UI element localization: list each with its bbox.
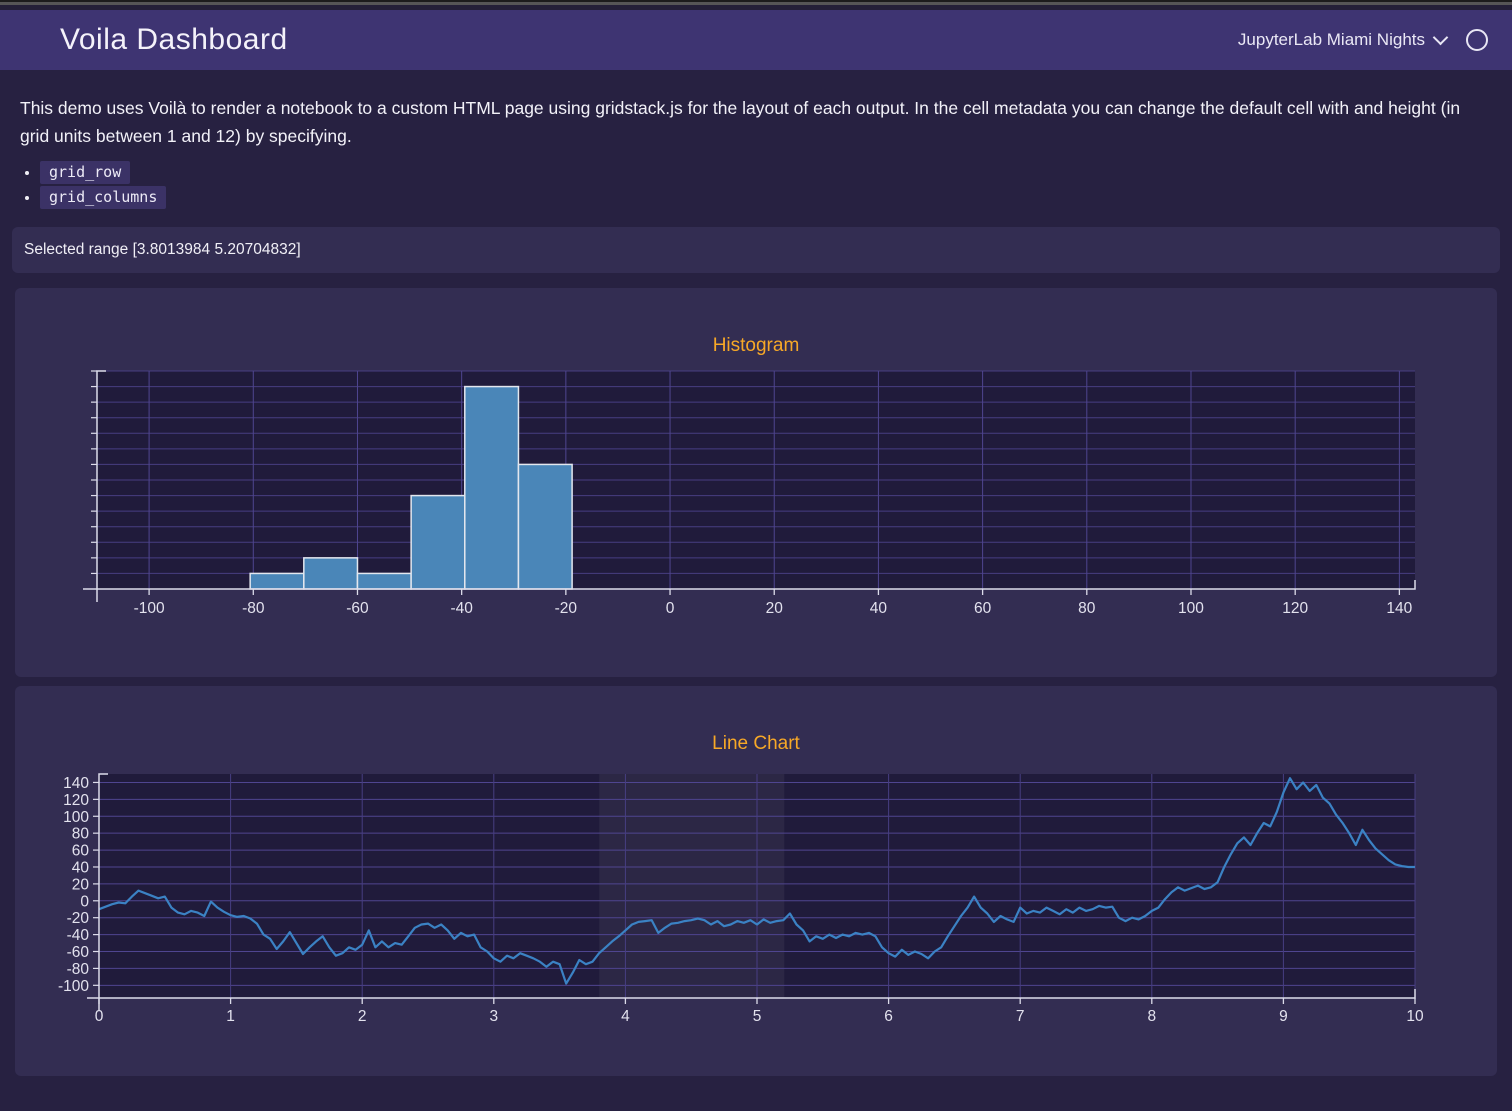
x-tick-label: 6 — [884, 1008, 893, 1025]
x-tick-label: -20 — [555, 600, 578, 617]
x-tick-label: -60 — [346, 600, 369, 617]
dashboard-body: This demo uses Voilà to render a noteboo… — [0, 70, 1512, 1076]
grid-row-code: grid_row — [40, 161, 130, 184]
kernel-status-icon[interactable] — [1466, 29, 1488, 51]
chevron-down-icon — [1433, 30, 1449, 46]
theme-selector[interactable]: JupyterLab Miami Nights — [1238, 30, 1446, 50]
metadata-options-list: grid_row grid_columns — [0, 163, 1512, 206]
histogram-bar — [518, 464, 572, 589]
x-tick-label: 3 — [489, 1008, 498, 1025]
x-tick-label: -40 — [450, 600, 473, 617]
x-tick-label: 20 — [766, 600, 784, 617]
x-tick-label: -80 — [242, 600, 265, 617]
x-tick-label: 80 — [1078, 600, 1096, 617]
histogram-bar — [304, 558, 358, 589]
x-tick-label: 9 — [1279, 1008, 1288, 1025]
line-chart[interactable]: 140120100806040200-20-40-60-80-100012345… — [15, 757, 1497, 1076]
y-tick-label: 140 — [63, 775, 89, 792]
y-tick-label: -100 — [58, 978, 89, 995]
grid-columns-code: grid_columns — [40, 186, 166, 209]
x-tick-label: 8 — [1147, 1008, 1156, 1025]
theme-selector-label: JupyterLab Miami Nights — [1238, 30, 1425, 50]
app-header: Voila Dashboard JupyterLab Miami Nights — [0, 10, 1512, 70]
x-tick-label: 100 — [1178, 600, 1204, 617]
header-right: JupyterLab Miami Nights — [1238, 29, 1488, 51]
y-tick-label: -20 — [67, 910, 90, 927]
x-tick-label: 60 — [974, 600, 992, 617]
histogram-chart[interactable]: -100 -80 -60 -40 -20 0 20 40 60 80 100 120 140 — [15, 359, 1497, 677]
histogram-bar — [465, 387, 519, 589]
y-tick-label: 40 — [72, 859, 90, 876]
line-chart-panel: Line Chart 140120100806040200-20-40-60-8… — [15, 686, 1497, 1076]
list-item: grid_columns — [40, 188, 1512, 206]
histogram-bar — [250, 573, 304, 589]
x-tick-label: 0 — [666, 600, 675, 617]
x-tick-label: 1 — [226, 1008, 235, 1025]
histogram-bar — [357, 573, 411, 589]
x-tick-label: 5 — [753, 1008, 762, 1025]
window-top-strip — [0, 0, 1512, 10]
selected-range-output: Selected range [3.8013984 5.20704832] — [12, 227, 1500, 273]
y-tick-label: 100 — [63, 809, 89, 826]
histogram-bar — [411, 496, 465, 589]
page-title: Voila Dashboard — [60, 23, 288, 57]
intro-paragraph: This demo uses Voilà to render a noteboo… — [0, 70, 1512, 150]
y-tick-label: -60 — [67, 944, 90, 961]
x-tick-label: 2 — [358, 1008, 367, 1025]
x-tick-label: 7 — [1016, 1008, 1025, 1025]
y-tick-label: -40 — [67, 927, 90, 944]
line-chart-title: Line Chart — [15, 686, 1497, 757]
y-tick-label: -80 — [67, 961, 90, 978]
histogram-panel: Histogram -100 -80 -60 -40 -20 0 20 40 60 80 100 12… — [15, 288, 1497, 677]
y-tick-label: 60 — [72, 843, 90, 860]
x-tick-label: 40 — [870, 600, 888, 617]
x-tick-label: 140 — [1386, 600, 1412, 617]
y-tick-label: 80 — [72, 826, 90, 843]
histogram-title: Histogram — [15, 288, 1497, 359]
y-tick-label: 120 — [63, 792, 89, 809]
x-tick-label: 120 — [1282, 600, 1308, 617]
x-tick-label: 10 — [1406, 1008, 1424, 1025]
x-tick-label: 4 — [621, 1008, 630, 1025]
list-item: grid_row — [40, 163, 1512, 181]
x-tick-label: -100 — [134, 600, 165, 617]
y-tick-label: 0 — [80, 893, 89, 910]
y-tick-label: 20 — [72, 876, 90, 893]
